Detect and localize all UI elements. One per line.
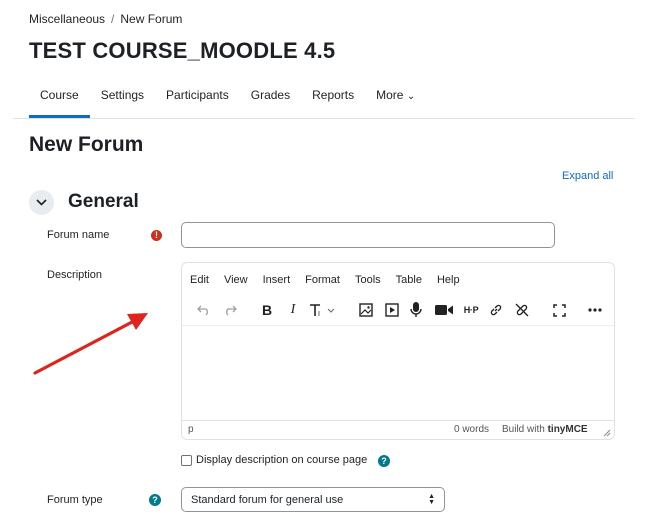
description-label: Description bbox=[47, 269, 103, 281]
help-icon[interactable]: ? bbox=[378, 455, 390, 467]
h5p-button[interactable]: H·P bbox=[460, 297, 482, 323]
menu-view[interactable]: View bbox=[224, 274, 248, 286]
more-toolbar-button[interactable] bbox=[587, 297, 603, 323]
tab-participants[interactable]: Participants bbox=[155, 88, 240, 118]
record-audio-button[interactable] bbox=[409, 297, 423, 323]
tab-more[interactable]: More ⌄ bbox=[365, 88, 426, 118]
tab-course[interactable]: Course bbox=[29, 88, 90, 118]
expand-all-link[interactable]: Expand all bbox=[562, 170, 613, 182]
fullscreen-icon bbox=[552, 303, 566, 317]
unlink-button[interactable] bbox=[514, 297, 530, 323]
menu-tools[interactable]: Tools bbox=[355, 274, 381, 286]
editor-content-area[interactable] bbox=[182, 325, 614, 422]
menu-insert[interactable]: Insert bbox=[263, 274, 291, 286]
menu-format[interactable]: Format bbox=[305, 274, 340, 286]
element-path[interactable]: p bbox=[188, 424, 194, 435]
bold-icon: B bbox=[261, 302, 273, 318]
select-arrows-icon: ▲ ▼ bbox=[428, 493, 435, 506]
unlink-icon bbox=[515, 303, 529, 317]
tinymce-brand: tinyMCE bbox=[547, 424, 588, 435]
nav-divider bbox=[13, 118, 635, 119]
breadcrumb-current: New Forum bbox=[120, 12, 183, 26]
breadcrumb-separator: / bbox=[111, 12, 115, 26]
course-nav: Course Settings Participants Grades Repo… bbox=[29, 88, 426, 118]
help-icon[interactable]: ? bbox=[149, 494, 161, 506]
chevron-down-icon: ⌄ bbox=[406, 91, 416, 102]
course-title: TEST COURSE_MOODLE 4.5 bbox=[29, 38, 336, 63]
annotation-arrow-icon bbox=[33, 313, 148, 375]
menu-edit[interactable]: Edit bbox=[190, 274, 209, 286]
built-with-text: Build with bbox=[502, 424, 545, 435]
more-horizontal-icon bbox=[588, 308, 602, 312]
tab-settings[interactable]: Settings bbox=[90, 88, 155, 118]
description-editor: Edit View Insert Format Tools Table Help… bbox=[181, 262, 615, 440]
svg-text:I: I bbox=[318, 311, 320, 317]
required-icon: ! bbox=[151, 230, 162, 241]
forum-name-input[interactable] bbox=[181, 222, 555, 248]
breadcrumb: Miscellaneous / New Forum bbox=[29, 12, 182, 26]
section-title: General bbox=[68, 191, 139, 212]
image-icon bbox=[359, 303, 373, 317]
redo-button[interactable] bbox=[222, 297, 238, 323]
bold-button[interactable]: B bbox=[259, 297, 275, 323]
menu-table[interactable]: Table bbox=[396, 274, 422, 286]
editor-menubar: Edit View Insert Format Tools Table Help bbox=[190, 274, 475, 286]
link-button[interactable] bbox=[488, 297, 504, 323]
tab-grades[interactable]: Grades bbox=[240, 88, 301, 118]
italic-icon: I bbox=[290, 302, 296, 317]
forum-type-selected-value: Standard forum for general use bbox=[191, 494, 344, 506]
forum-name-label: Forum name bbox=[47, 229, 110, 241]
h5p-icon: H·P bbox=[463, 305, 479, 315]
section-collapse-button[interactable] bbox=[29, 190, 54, 215]
forum-type-select[interactable]: Standard forum for general use ▲ ▼ bbox=[181, 487, 445, 512]
tab-reports[interactable]: Reports bbox=[301, 88, 365, 118]
undo-icon bbox=[197, 305, 208, 316]
editor-statusbar: p 0 words Build with tinyMCE bbox=[182, 420, 614, 439]
breadcrumb-link-miscellaneous[interactable]: Miscellaneous bbox=[29, 12, 105, 26]
editor-toolbar: B I I H·P bbox=[182, 297, 614, 323]
word-count[interactable]: 0 words bbox=[454, 424, 489, 435]
link-icon bbox=[490, 304, 502, 316]
tab-more-label: More bbox=[376, 88, 404, 102]
menu-help[interactable]: Help bbox=[437, 274, 460, 286]
image-button[interactable] bbox=[358, 297, 374, 323]
microphone-icon bbox=[410, 302, 422, 317]
display-description-checkbox[interactable] bbox=[181, 455, 192, 466]
undo-button[interactable] bbox=[196, 297, 212, 323]
record-video-button[interactable] bbox=[434, 297, 454, 323]
page-title: New Forum bbox=[29, 133, 144, 156]
video-camera-icon bbox=[434, 305, 453, 315]
text-format-button[interactable]: I bbox=[308, 297, 338, 323]
display-description-label: Display description on course page bbox=[196, 454, 368, 466]
italic-button[interactable]: I bbox=[286, 297, 300, 323]
media-button[interactable] bbox=[384, 297, 400, 323]
tinymce-branding[interactable]: Build with tinyMCE bbox=[502, 424, 588, 435]
fullscreen-button[interactable] bbox=[551, 297, 567, 323]
forum-type-label: Forum type bbox=[47, 494, 103, 506]
redo-icon bbox=[226, 305, 237, 316]
resize-handle-icon[interactable] bbox=[603, 429, 611, 437]
media-icon bbox=[385, 303, 399, 317]
text-format-icon: I bbox=[310, 304, 335, 317]
chevron-down-icon bbox=[36, 199, 47, 206]
